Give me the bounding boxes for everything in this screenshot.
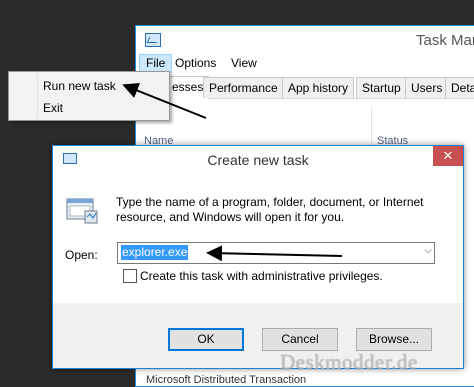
tab-users[interactable]: Users	[405, 77, 449, 98]
column-divider	[371, 108, 372, 148]
watermark: Deskmodder.de	[280, 350, 418, 374]
tab-details[interactable]: Deta	[445, 77, 474, 98]
create-new-task-dialog: Create new task ✕ Type the name of a pro…	[52, 145, 464, 369]
task-manager-title: Task Mar	[416, 32, 474, 49]
process-row[interactable]: Microsoft Distributed Transaction	[146, 374, 306, 386]
tab-startup[interactable]: Startup	[356, 77, 407, 98]
tab-app-history[interactable]: App history	[282, 77, 355, 98]
file-dropdown-menu: Run new task Exit	[8, 71, 170, 121]
open-label: Open:	[65, 248, 98, 262]
dialog-title: Create new task	[207, 152, 309, 168]
ok-button[interactable]: OK	[168, 328, 244, 351]
task-manager-icon	[145, 33, 161, 47]
menu-gutter	[37, 74, 38, 118]
tab-performance[interactable]: Performance	[203, 77, 284, 98]
menu-item-exit[interactable]: Exit	[43, 101, 63, 115]
menu-item-run-new-task[interactable]: Run new task	[43, 79, 116, 93]
browse-button[interactable]: Browse...	[356, 328, 432, 351]
open-combobox[interactable]: explorer.exe ⌵	[117, 242, 435, 264]
dialog-prompt: Type the name of a program, folder, docu…	[116, 195, 424, 224]
open-input-value[interactable]: explorer.exe	[121, 245, 189, 260]
task-manager-tabs: esses Performance App history Startup Us…	[136, 76, 474, 99]
close-icon: ✕	[442, 148, 454, 163]
admin-privileges-checkbox[interactable]	[123, 269, 137, 283]
cancel-button[interactable]: Cancel	[262, 328, 338, 351]
menu-view[interactable]: View	[225, 54, 263, 73]
menu-options[interactable]: Options	[169, 54, 222, 73]
run-program-icon	[66, 198, 98, 224]
dialog-titlebar[interactable]: Create new task ✕	[53, 146, 463, 173]
task-manager-menubar: File Options View	[136, 54, 474, 74]
close-button[interactable]: ✕	[433, 146, 463, 166]
task-manager-titlebar: Task Mar	[136, 26, 474, 54]
combo-chevron-icon[interactable]: ⌵	[424, 245, 432, 256]
dialog-body: Type the name of a program, folder, docu…	[53, 173, 463, 303]
admin-privileges-label[interactable]: Create this task with administrative pri…	[140, 269, 383, 283]
